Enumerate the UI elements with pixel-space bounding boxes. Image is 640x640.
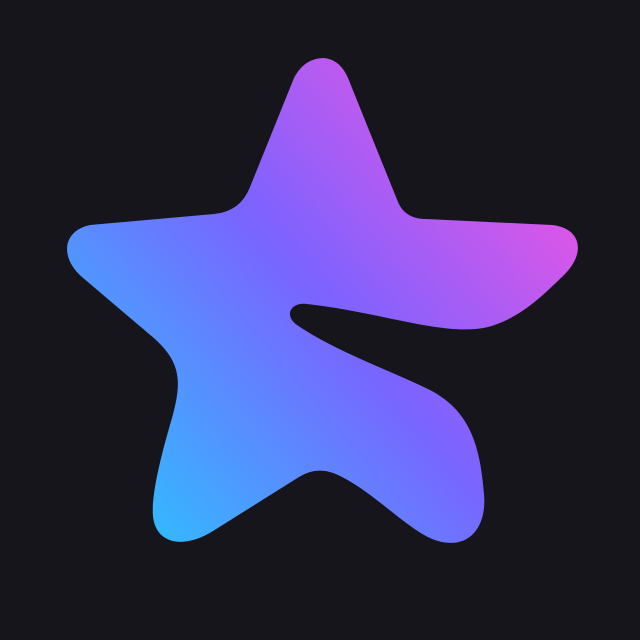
app-icon-canvas (0, 0, 640, 640)
gradient-star-icon (67, 58, 578, 543)
star-shape (67, 58, 578, 543)
